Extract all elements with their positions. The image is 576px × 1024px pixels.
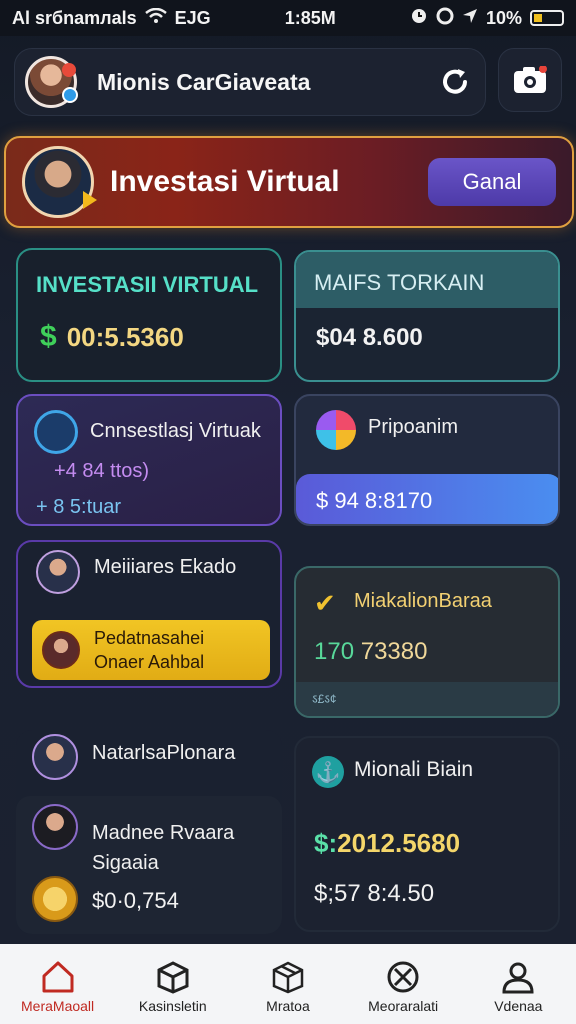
alarm-icon xyxy=(410,7,428,30)
nav-item-home[interactable]: MeraMaoall xyxy=(3,954,113,1014)
investment-banner: Investasi Virtual Ganal xyxy=(4,136,574,228)
nav-item-box[interactable]: Kasinsletin xyxy=(118,954,228,1014)
banner-avatar xyxy=(22,146,97,218)
nav-item-cancel[interactable]: Meoraralati xyxy=(348,954,458,1014)
advisor-highlight[interactable]: Pedatnasahei Onaer Aahbal xyxy=(32,620,270,680)
stat-line: +4 84 ttos) xyxy=(54,460,150,482)
battery-percent: 10% xyxy=(485,7,522,28)
bottom-nav: MeraMaoall Kasinsletin Mratoa Meoraralat… xyxy=(0,944,576,1024)
box-icon xyxy=(157,961,189,994)
nav-label: Mratoa xyxy=(266,998,310,1014)
coin-icon xyxy=(32,876,78,922)
nav-item-package[interactable]: Mratoa xyxy=(233,954,343,1014)
portfolio-detail: Madnee Rvaara Sigaaia $0·0,754 xyxy=(16,796,282,934)
nav-label: Meoraralati xyxy=(368,998,439,1014)
card-value: $ 94 8:8170 xyxy=(296,474,558,524)
nav-item-profile[interactable]: Vdenaa xyxy=(463,954,573,1014)
card-value: $04 8.600 xyxy=(316,324,423,351)
card-title: NatarlsaPlonara xyxy=(92,742,236,764)
card-value: $0·0,754 xyxy=(92,888,179,913)
avatar xyxy=(42,631,80,669)
card-title: Mionali Biain xyxy=(354,758,474,781)
camera-button[interactable] xyxy=(498,48,562,112)
balance-card[interactable]: ⚓ Mionali Biain $:2012.5680 $;57 8:4.50 xyxy=(294,736,560,932)
nav-label: MeraMaoall xyxy=(21,998,95,1014)
battery-icon xyxy=(529,10,564,26)
card-value: $00:5.5360 xyxy=(40,320,184,353)
refresh-icon[interactable] xyxy=(435,62,475,102)
card-title: Meiiiares Ekado xyxy=(94,556,237,578)
avatar xyxy=(32,804,78,850)
market-card[interactable]: MAIFS TORKAIN $04 8.600 xyxy=(294,250,560,382)
dollar-icon: $ xyxy=(40,320,57,353)
portfolio-card[interactable]: NatarlsaPlonara Madnee Rvaara Sigaaia $0… xyxy=(16,730,282,934)
location-icon xyxy=(462,8,478,29)
virtual-investment-card[interactable]: INVESTASII VIRTUAL $00:5.5360 xyxy=(16,248,282,382)
anchor-icon: ⚓ xyxy=(312,756,344,788)
premium-card[interactable]: Pripoanim $ 94 8:8170 xyxy=(294,394,560,526)
camera-icon xyxy=(514,66,547,93)
avatar[interactable] xyxy=(25,56,78,108)
profile-header[interactable]: Mionis CarGiaveata xyxy=(14,48,486,116)
advisor-text: Pedatnasahei Onaer Aahbal xyxy=(94,628,205,672)
package-icon xyxy=(272,961,304,994)
network-text: ЕJG xyxy=(174,7,211,28)
clock: 1:85M xyxy=(284,7,336,28)
avatar xyxy=(36,550,80,594)
card-title: INVESTASII VIRTUAL xyxy=(36,272,259,297)
card-title: Pripoanim xyxy=(368,416,459,438)
card-value-secondary: $;57 8:4.50 xyxy=(314,880,435,907)
card-title: MiakalionBaraa xyxy=(354,590,492,612)
banner-title: Investasi Virtual xyxy=(110,165,340,198)
user-icon xyxy=(502,962,534,994)
holder-name: Madnee Rvaara Sigaaia xyxy=(92,822,235,874)
target-card[interactable]: ✔ MiakalionBaraa 170 73380 ऽ£ऽ¢ xyxy=(294,566,560,718)
check-icon: ✔ xyxy=(314,588,336,618)
pinwheel-icon xyxy=(316,410,356,450)
stat-line: + 8 5:tuar xyxy=(36,496,122,518)
wifi-icon xyxy=(144,7,167,29)
play-icon xyxy=(83,191,97,209)
home-icon xyxy=(42,961,74,993)
card-value: $:2012.5680 xyxy=(314,828,461,858)
cancel-icon xyxy=(387,961,419,993)
profile-name: Mionis CarGiaveata xyxy=(97,68,311,95)
status-bar: Al srбnamлals ЕJG 1:85M 10% xyxy=(0,0,576,36)
nav-label: Kasinsletin xyxy=(138,998,207,1014)
avatar xyxy=(32,734,78,780)
banner-action-button[interactable]: Ganal xyxy=(428,158,556,206)
card-title: MAIFS TORKAIN xyxy=(296,252,558,308)
card-value: 170 73380 xyxy=(314,638,428,665)
carrier-text: Al srбnamлals xyxy=(12,7,137,28)
verified-badge-icon xyxy=(62,87,78,103)
card-footer: ऽ£ऽ¢ xyxy=(296,682,558,716)
card-title: Cnnsestlasj Virtuak xyxy=(90,420,261,442)
nav-label: Vdenaa xyxy=(494,998,543,1014)
investment-summary-card[interactable]: Cnnsestlasj Virtuak +4 84 ttos) + 8 5:tu… xyxy=(16,394,282,526)
sync-icon xyxy=(436,7,454,30)
globe-icon xyxy=(34,410,78,454)
notification-dot xyxy=(62,63,76,77)
advisor-card[interactable]: Meiiiares Ekado Pedatnasahei Onaer Aahba… xyxy=(16,540,282,688)
